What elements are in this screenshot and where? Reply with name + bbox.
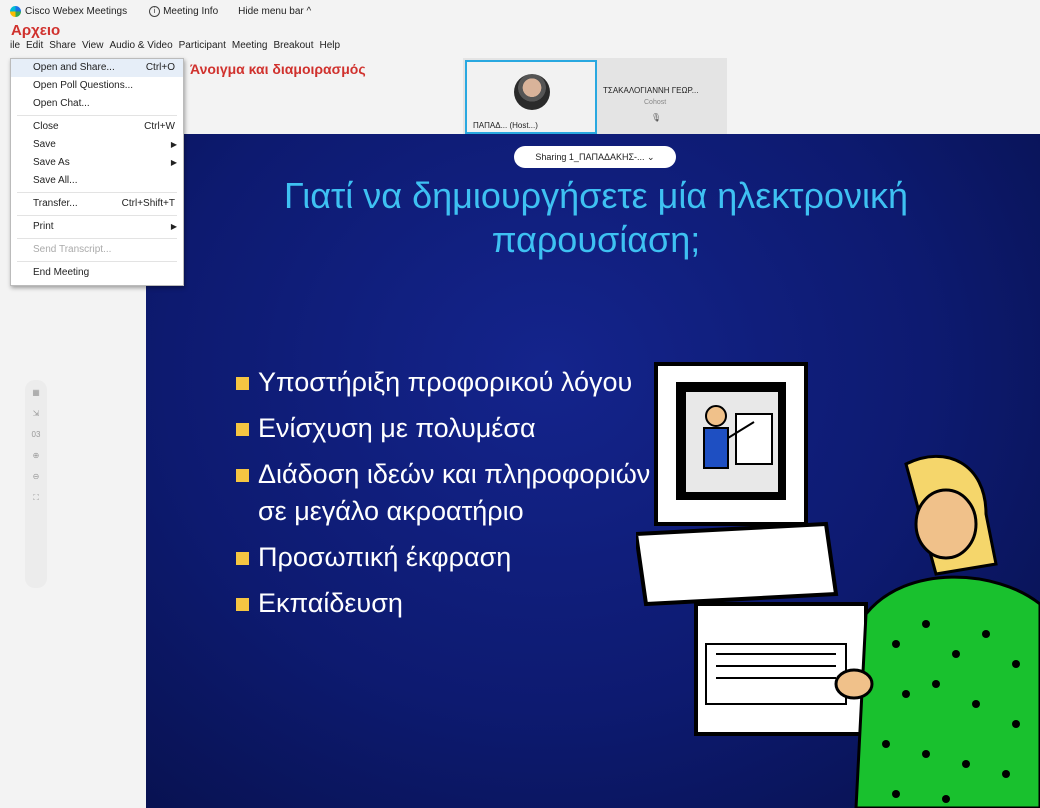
- fullscreen-icon[interactable]: ⛶: [33, 493, 39, 503]
- bullet-item: Διάδοση ιδεών και πληροφοριών σε μεγάλο …: [236, 456, 666, 530]
- menu-item-label: Open Poll Questions...: [33, 80, 134, 91]
- app-name: Cisco Webex Meetings: [25, 5, 128, 17]
- menu-item-label: Close: [33, 121, 59, 132]
- open-share-annotation: Άνοιγμα και διαμοιρασμός: [190, 61, 366, 77]
- title-bar: Cisco Webex Meetings i Meeting Info Hide…: [0, 0, 1040, 22]
- meeting-info-button[interactable]: i Meeting Info: [149, 5, 219, 17]
- menu-item-label: Transfer...: [33, 198, 78, 209]
- menu-bar: ile Edit Share View Audio & Video Partic…: [0, 40, 340, 56]
- zoom-level-icon[interactable]: 03: [32, 430, 41, 439]
- bullet-item: Ενίσχυση με πολυμέσα: [236, 410, 666, 447]
- menu-item-open-and-share[interactable]: Open and Share... Ctrl+O: [11, 59, 183, 77]
- menu-item-save-all[interactable]: Save All...: [11, 172, 183, 190]
- menu-item-print[interactable]: Print ▶: [11, 218, 183, 236]
- menu-edit[interactable]: Edit: [26, 40, 43, 56]
- chevron-right-icon: ▶: [170, 222, 177, 231]
- menu-item-save[interactable]: Save ▶: [11, 136, 183, 154]
- bullet-item: Προσωπική έκφραση: [236, 539, 666, 576]
- menu-separator: [17, 261, 177, 262]
- sharing-pill[interactable]: Sharing 1_ΠΑΠΑΔΑΚΗΣ-... ⌄: [514, 146, 676, 168]
- menu-share[interactable]: Share: [49, 40, 76, 56]
- menu-separator: [17, 115, 177, 116]
- bullet-item: Εκπαίδευση: [236, 585, 666, 622]
- webex-logo-icon: [10, 5, 21, 17]
- zoom-out-icon[interactable]: ⊖: [33, 472, 40, 481]
- bullet-item: Υποστήριξη προφορικού λόγου: [236, 364, 666, 401]
- slide-bullets: Υποστήριξη προφορικού λόγου Ενίσχυση με …: [236, 364, 666, 631]
- info-icon: i: [149, 5, 161, 17]
- meeting-info-label: Meeting Info: [163, 5, 219, 17]
- annotation-toolbar: ▦ ⇲ 03 ⊕ ⊖ ⛶: [25, 380, 47, 588]
- grid-icon[interactable]: ▦: [32, 388, 40, 397]
- chevron-down-icon: ⌄: [647, 152, 655, 162]
- shortcut-label: Ctrl+O: [145, 62, 175, 73]
- menu-item-transfer[interactable]: Transfer... Ctrl+Shift+T: [11, 195, 183, 213]
- menu-view[interactable]: View: [82, 40, 104, 56]
- menu-separator: [17, 215, 177, 216]
- chevron-right-icon: ▶: [170, 140, 177, 149]
- menu-audio-video[interactable]: Audio & Video: [109, 40, 172, 56]
- menu-separator: [17, 238, 177, 239]
- chevron-right-icon: ▶: [170, 158, 177, 167]
- menu-item-label: Open Chat...: [33, 98, 90, 109]
- slide-title-line2: παρουσίαση;: [491, 219, 701, 260]
- menu-separator: [17, 192, 177, 193]
- menu-item-end-meeting[interactable]: End Meeting: [11, 264, 183, 282]
- shortcut-label: Ctrl+W: [144, 121, 175, 132]
- menu-item-label: Print: [33, 221, 54, 232]
- menu-item-label: Send Transcript...: [33, 244, 112, 255]
- fit-icon[interactable]: ⇲: [33, 409, 40, 418]
- menu-item-label: End Meeting: [33, 267, 90, 278]
- host-label: ΠΑΠΑΔ... (Host...): [473, 121, 538, 130]
- menu-meeting[interactable]: Meeting: [232, 40, 268, 56]
- menu-file[interactable]: ile: [10, 40, 20, 56]
- menu-item-label: Save All...: [33, 175, 78, 186]
- menu-participant[interactable]: Participant: [179, 40, 226, 56]
- participant-tile-host[interactable]: ΠΑΠΑΔ... (Host...): [465, 60, 597, 134]
- menu-item-label: Save As: [33, 157, 70, 168]
- menu-item-label: Open and Share...: [33, 62, 115, 73]
- slide-title: Γιατί να δημιουργήσετε μία ηλεκτρονική π…: [166, 174, 1026, 262]
- cohost-role: Cohost: [644, 99, 667, 106]
- sharing-label: Sharing 1_ΠΑΠΑΔΑΚΗΣ-...: [535, 152, 645, 162]
- microphone-icon: 🎙︎: [651, 113, 662, 122]
- left-panel: [0, 284, 146, 808]
- menu-item-label: Save: [33, 139, 56, 150]
- cohost-name: ΤΣΑΚΑΛΟΓΙΑΝΝΗ ΓΕΩΡ...: [603, 86, 699, 95]
- menu-item-save-as[interactable]: Save As ▶: [11, 154, 183, 172]
- menu-item-open-chat[interactable]: Open Chat...: [11, 95, 183, 113]
- shared-slide: Sharing 1_ΠΑΠΑΔΑΚΗΣ-... ⌄ Γιατί να δημιο…: [146, 134, 1040, 808]
- menu-item-close[interactable]: Close Ctrl+W: [11, 118, 183, 136]
- slide-title-line1: Γιατί να δημιουργήσετε μία ηλεκτρονική: [283, 175, 909, 216]
- menu-help[interactable]: Help: [320, 40, 341, 56]
- menu-item-open-poll-questions[interactable]: Open Poll Questions...: [11, 77, 183, 95]
- webex-window: Cisco Webex Meetings i Meeting Info Hide…: [0, 0, 1040, 808]
- computer-presenter-clipart: [636, 362, 1040, 808]
- shortcut-label: Ctrl+Shift+T: [121, 198, 175, 209]
- menu-breakout[interactable]: Breakout: [273, 40, 313, 56]
- hide-menu-bar-button[interactable]: Hide menu bar ^: [238, 6, 311, 17]
- menu-item-send-transcript: Send Transcript...: [11, 241, 183, 259]
- avatar: [514, 74, 550, 110]
- zoom-in-icon[interactable]: ⊕: [33, 451, 40, 460]
- participant-strip: ΠΑΠΑΔ... (Host...) ΤΣΑΚΑΛΟΓΙΑΝΝΗ ΓΕΩΡ...…: [463, 58, 727, 134]
- file-menu-dropdown: Open and Share... Ctrl+O Open Poll Quest…: [10, 58, 184, 286]
- file-annotation: Αρχειο: [11, 22, 61, 39]
